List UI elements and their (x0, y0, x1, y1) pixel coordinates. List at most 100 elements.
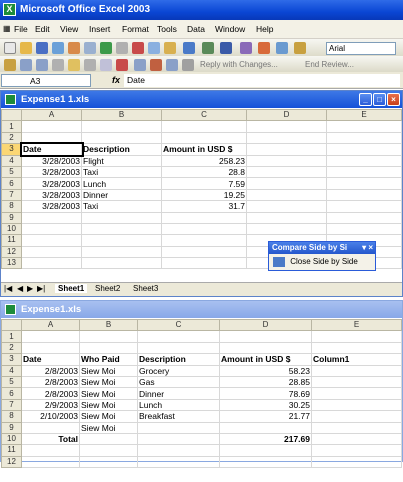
cell[interactable]: Column1 (311, 353, 402, 366)
cell[interactable]: Lunch (81, 177, 162, 190)
cell[interactable] (79, 455, 138, 469)
cell[interactable]: Date (19, 141, 84, 158)
cell[interactable] (246, 131, 327, 145)
column-header[interactable]: C (137, 318, 220, 332)
column-header[interactable]: B (81, 108, 162, 122)
row-header[interactable]: 4 (1, 154, 22, 167)
row-header[interactable]: 3 (1, 353, 22, 366)
cell[interactable] (311, 398, 402, 412)
undo-icon[interactable] (183, 42, 195, 54)
cell[interactable] (311, 410, 402, 423)
minimize-button[interactable]: _ (359, 93, 372, 106)
cell[interactable] (21, 341, 80, 355)
cell[interactable] (161, 245, 247, 259)
cell[interactable]: 58.23 (219, 364, 312, 377)
menu-edit[interactable]: Edit (35, 24, 50, 34)
cell[interactable]: 217.69 (219, 432, 312, 446)
cell[interactable]: 2/8/2003 (21, 364, 80, 377)
cell[interactable]: Who Paid (79, 353, 138, 366)
row-header[interactable]: 4 (1, 364, 22, 377)
cell[interactable]: 2/8/2003 (21, 375, 80, 389)
cell[interactable] (246, 143, 327, 156)
cell[interactable] (326, 177, 402, 190)
row-header[interactable]: 6 (1, 387, 22, 400)
cell[interactable] (326, 154, 402, 167)
menu-format[interactable]: Format (122, 24, 149, 34)
cell[interactable]: 3/28/2003 (21, 177, 82, 190)
cell[interactable] (161, 234, 247, 247)
sheet-grid-2[interactable]: A B C D E 1 2 3 Date Who Paid Description Amount in… (1, 318, 402, 469)
cell[interactable]: Grocery (137, 364, 220, 377)
column-header[interactable]: C (161, 108, 247, 122)
chart-wizard-icon[interactable] (258, 42, 270, 54)
review-icon-12[interactable] (182, 59, 194, 71)
cell[interactable]: 19.25 (161, 188, 247, 202)
cell[interactable] (219, 330, 312, 343)
copy-icon[interactable] (148, 42, 160, 54)
cell[interactable] (21, 421, 80, 434)
cell[interactable]: Flight (81, 154, 162, 167)
cell[interactable] (161, 211, 247, 224)
cell[interactable]: 30.25 (219, 398, 312, 412)
cell[interactable] (311, 387, 402, 400)
cell[interactable] (79, 341, 138, 355)
cell[interactable] (21, 245, 82, 259)
menu-tools[interactable]: Tools (157, 24, 177, 34)
spelling-icon[interactable] (100, 42, 112, 54)
cell[interactable] (326, 188, 402, 202)
menu-help[interactable]: Help (256, 24, 273, 34)
hyperlink-icon[interactable] (202, 42, 214, 54)
cell[interactable]: 3/28/2003 (21, 165, 82, 179)
open-icon[interactable] (20, 42, 32, 54)
cell[interactable]: Date (21, 353, 80, 366)
cell[interactable] (311, 364, 402, 377)
prev-sheet-icon[interactable]: ◀ (17, 284, 23, 293)
cell[interactable] (81, 211, 162, 224)
select-all-corner[interactable] (1, 108, 22, 122)
formula-input[interactable]: Date (124, 74, 400, 87)
cell[interactable] (246, 211, 327, 224)
cell[interactable]: Dinner (81, 188, 162, 202)
cell[interactable] (219, 444, 312, 457)
column-header[interactable]: A (21, 108, 82, 122)
cell[interactable]: Siew Moi (79, 410, 138, 423)
help-icon[interactable] (294, 42, 306, 54)
menu-view[interactable]: View (60, 24, 78, 34)
close-toolbar-icon[interactable]: ▾ × (362, 242, 373, 254)
row-header[interactable]: 10 (1, 432, 22, 446)
cell[interactable] (81, 245, 162, 259)
cell[interactable] (246, 188, 327, 202)
column-header[interactable]: E (311, 318, 402, 332)
review-icon-5[interactable] (68, 59, 80, 71)
next-sheet-icon[interactable]: ▶ (27, 284, 33, 293)
cell[interactable] (246, 165, 327, 179)
cell[interactable] (81, 131, 162, 145)
cell[interactable] (21, 131, 82, 145)
last-sheet-icon[interactable]: ▶| (37, 284, 45, 293)
column-header[interactable]: B (79, 318, 138, 332)
review-icon-11[interactable] (166, 59, 178, 71)
row-header[interactable]: 10 (1, 222, 22, 236)
cell[interactable] (326, 165, 402, 179)
tab-sheet3[interactable]: Sheet3 (133, 284, 158, 293)
cell[interactable] (81, 257, 162, 270)
cell[interactable]: 28.85 (219, 375, 312, 389)
cut-icon[interactable] (132, 42, 144, 54)
print-icon[interactable] (68, 42, 80, 54)
cell[interactable] (161, 120, 247, 133)
review-icon-6[interactable] (84, 59, 96, 71)
cell[interactable]: 31.7 (161, 200, 247, 213)
cell[interactable] (81, 222, 162, 236)
cell[interactable] (161, 222, 247, 236)
menu-data[interactable]: Data (187, 24, 205, 34)
cell[interactable]: Siew Moi (79, 364, 138, 377)
column-header[interactable]: A (21, 318, 80, 332)
cell[interactable]: Dinner (137, 387, 220, 400)
cell[interactable] (311, 432, 402, 446)
row-header[interactable]: 9 (1, 421, 22, 434)
cell[interactable] (79, 432, 138, 446)
cell[interactable] (326, 211, 402, 224)
close-button[interactable]: × (387, 93, 400, 106)
cell[interactable] (137, 432, 220, 446)
cell[interactable] (326, 131, 402, 145)
